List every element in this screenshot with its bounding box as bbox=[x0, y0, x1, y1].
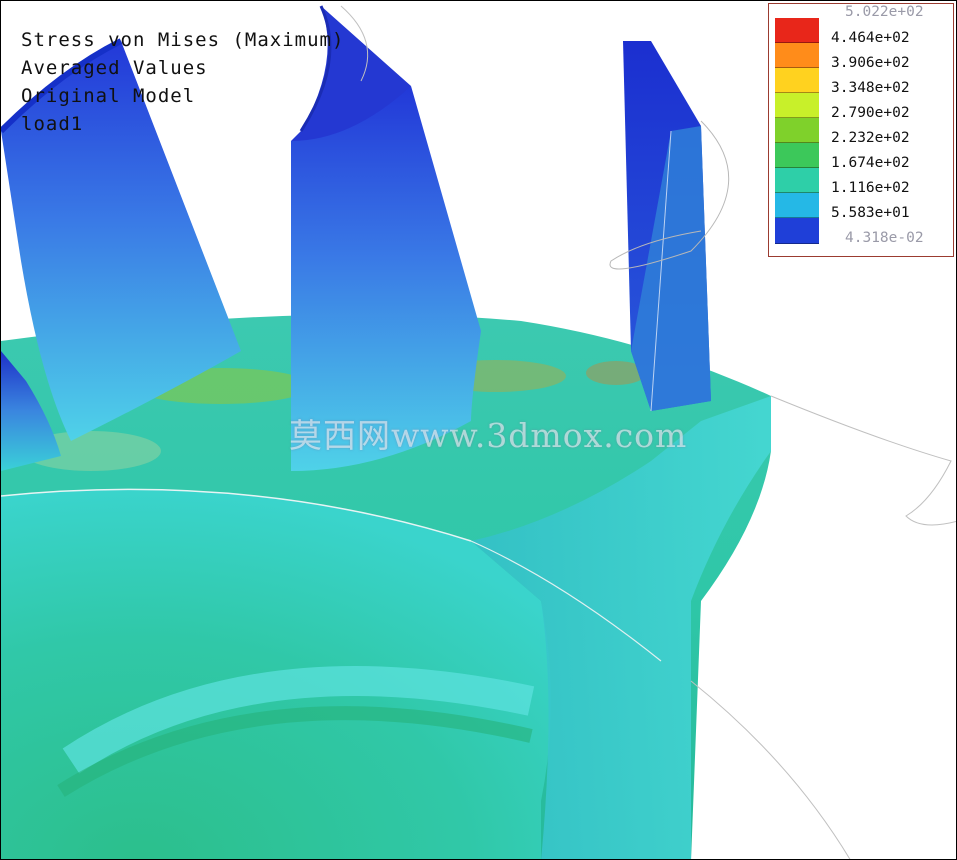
legend-band-5 bbox=[775, 118, 819, 143]
legend-band-6 bbox=[775, 143, 819, 168]
stress-legend: 5.022e+02 4.464e+02 3.906e+02 3.348e+02 … bbox=[768, 3, 954, 257]
legend-tick-label: 3.348e+02 bbox=[831, 80, 910, 96]
legend-tick-label: 4.464e+02 bbox=[831, 30, 910, 46]
legend-tick-label: 2.232e+02 bbox=[831, 130, 910, 146]
legend-band-2 bbox=[775, 43, 819, 68]
legend-band-8 bbox=[775, 193, 819, 218]
legend-band-3 bbox=[775, 68, 819, 93]
legend-tick-label: 2.790e+02 bbox=[831, 105, 910, 121]
legend-max-value: 5.022e+02 bbox=[845, 4, 924, 20]
legend-band-9 bbox=[775, 218, 819, 244]
legend-tick-label: 1.674e+02 bbox=[831, 155, 910, 171]
legend-band-4 bbox=[775, 93, 819, 118]
load-case-label: load1 bbox=[21, 113, 84, 135]
result-type-label: Stress von Mises (Maximum) bbox=[21, 29, 345, 51]
legend-band-1 bbox=[775, 18, 819, 43]
legend-tick-label: 5.583e+01 bbox=[831, 205, 910, 221]
model-state-label: Original Model bbox=[21, 85, 196, 107]
legend-min-value: 4.318e-02 bbox=[845, 230, 924, 246]
value-mode-label: Averaged Values bbox=[21, 57, 208, 79]
legend-band-7 bbox=[775, 168, 819, 193]
fea-viewport[interactable]: Stress von Mises (Maximum) Averaged Valu… bbox=[0, 0, 957, 860]
watermark-text: 莫西网www.3dmox.com bbox=[289, 416, 688, 455]
legend-tick-label: 1.116e+02 bbox=[831, 180, 910, 196]
legend-tick-label: 3.906e+02 bbox=[831, 55, 910, 71]
